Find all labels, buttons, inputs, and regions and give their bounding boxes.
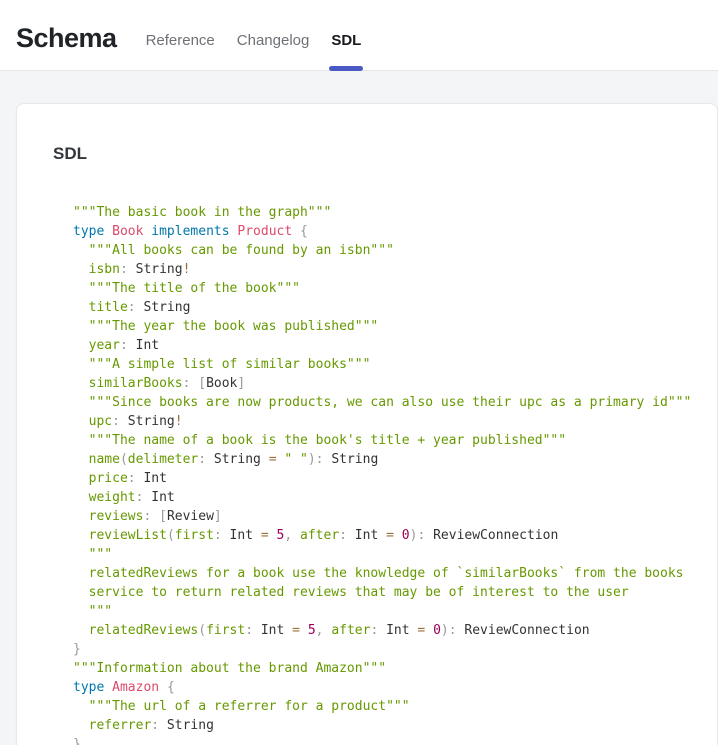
tab-bar: Reference Changelog SDL: [135, 0, 373, 70]
code-line: """Information about the brand Amazon""": [73, 659, 681, 678]
code-line: upc: String!: [73, 412, 681, 431]
code-line: price: Int: [73, 469, 681, 488]
code-line: service to return related reviews that m…: [73, 583, 681, 602]
page-title: Schema: [16, 17, 117, 54]
code-line: """: [73, 545, 681, 564]
tab-sdl-label: SDL: [331, 32, 361, 49]
code-line: title: String: [73, 298, 681, 317]
code-line: """The name of a book is the book's titl…: [73, 431, 681, 450]
code-line: """All books can be found by an isbn""": [73, 241, 681, 260]
code-line: """The basic book in the graph""": [73, 203, 681, 222]
code-line: reviewList(first: Int = 5, after: Int = …: [73, 526, 681, 545]
code-line: type Amazon {: [73, 678, 681, 697]
active-tab-underline: [329, 66, 363, 71]
code-line: referrer: String: [73, 716, 681, 735]
code-line: """: [73, 602, 681, 621]
tab-reference[interactable]: Reference: [135, 0, 226, 70]
code-line: """A simple list of similar books""": [73, 355, 681, 374]
card-heading: SDL: [53, 144, 681, 164]
tab-changelog[interactable]: Changelog: [226, 0, 321, 70]
code-line: name(delimeter: String = " "): String: [73, 450, 681, 469]
code-line: """Since books are now products, we can …: [73, 393, 681, 412]
code-line: relatedReviews for a book use the knowle…: [73, 564, 681, 583]
code-line: relatedReviews(first: Int = 5, after: In…: [73, 621, 681, 640]
code-line: year: Int: [73, 336, 681, 355]
page-header: Schema Reference Changelog SDL: [0, 0, 718, 71]
code-line: isbn: String!: [73, 260, 681, 279]
tab-reference-label: Reference: [146, 32, 215, 49]
code-line: """The title of the book""": [73, 279, 681, 298]
code-line: }: [73, 640, 681, 659]
code-line: reviews: [Review]: [73, 507, 681, 526]
code-line: """The year the book was published""": [73, 317, 681, 336]
code-line: }: [73, 735, 681, 745]
code-line: weight: Int: [73, 488, 681, 507]
code-line: """The url of a referrer for a product""…: [73, 697, 681, 716]
tab-changelog-label: Changelog: [237, 32, 310, 49]
code-line: type Book implements Product {: [73, 222, 681, 241]
sdl-card: SDL """The basic book in the graph"""typ…: [16, 103, 718, 745]
tab-sdl[interactable]: SDL: [320, 0, 372, 70]
sdl-code: """The basic book in the graph"""type Bo…: [73, 203, 681, 745]
code-line: similarBooks: [Book]: [73, 374, 681, 393]
